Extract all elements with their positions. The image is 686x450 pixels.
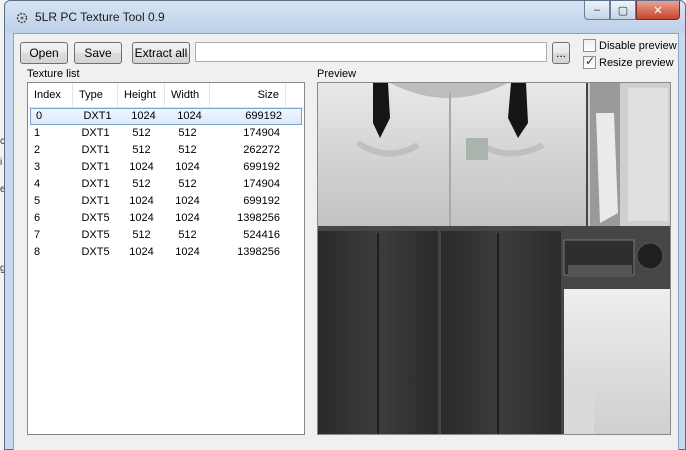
column-header-type[interactable]: Type [73, 83, 118, 108]
title-bar[interactable]: 5LR PC Texture Tool 0.9 – ▢ ✕ [5, 1, 685, 33]
cell-type: DXT1 [81, 178, 110, 190]
table-row[interactable]: 5 DXT1 1024 1024 699192 [28, 193, 304, 210]
cell-type: DXT1 [81, 161, 110, 173]
cell-index: 1 [34, 127, 41, 139]
cell-height: 1024 [129, 246, 154, 258]
texture-preview [317, 82, 671, 435]
cell-type: DXT1 [81, 195, 110, 207]
window-title: 5LR PC Texture Tool 0.9 [35, 10, 165, 24]
disable-preview-label: Disable preview [599, 39, 677, 52]
maximize-icon: ▢ [617, 4, 629, 17]
cell-size: 1398256 [237, 212, 280, 224]
resize-preview-checkbox[interactable] [583, 54, 596, 69]
table-row[interactable]: 8 DXT5 1024 1024 1398256 [28, 244, 304, 261]
cell-type: DXT1 [83, 110, 112, 122]
cell-type: DXT5 [81, 212, 110, 224]
open-button[interactable]: Open [20, 42, 68, 64]
cell-width: 1024 [175, 212, 200, 224]
main-window: 5LR PC Texture Tool 0.9 – ▢ ✕ Open Save … [4, 0, 686, 450]
cell-index: 7 [34, 229, 41, 241]
browse-button[interactable]: ... [552, 42, 570, 64]
cell-height: 1024 [129, 195, 154, 207]
cell-type: DXT1 [81, 127, 110, 139]
save-button[interactable]: Save [74, 42, 122, 64]
cell-index: 8 [34, 246, 41, 258]
cell-index: 3 [34, 161, 41, 173]
disable-preview-option[interactable]: Disable preview [583, 39, 677, 52]
cell-height: 512 [132, 229, 151, 241]
column-header-width[interactable]: Width [165, 83, 210, 108]
table-row[interactable]: 6 DXT5 1024 1024 1398256 [28, 210, 304, 227]
cell-height: 1024 [129, 212, 154, 224]
cell-type: DXT5 [81, 229, 110, 241]
extract-all-button[interactable]: Extract all [132, 42, 190, 64]
cell-size: 174904 [243, 178, 280, 190]
table-row[interactable]: 0 DXT1 1024 1024 699192 [30, 108, 302, 125]
cell-width: 1024 [175, 195, 200, 207]
cell-size: 699192 [243, 195, 280, 207]
texture-list[interactable]: Index Type Height Width Size 0 DXT1 1024 10… [27, 82, 305, 435]
caption-buttons: – ▢ ✕ [584, 1, 680, 21]
cell-width: 512 [178, 144, 197, 156]
column-header-index[interactable]: Index [28, 83, 73, 108]
cell-index: 5 [34, 195, 41, 207]
cell-height: 512 [132, 178, 151, 190]
cell-size: 524416 [243, 229, 280, 241]
cell-height: 1024 [131, 110, 156, 122]
cell-index: 2 [34, 144, 41, 156]
texture-list-body: 0 DXT1 1024 1024 699192 1 DXT1 512 512 174904 2 DXT… [28, 108, 304, 261]
cell-index: 4 [34, 178, 41, 190]
column-header-size[interactable]: Size [210, 83, 286, 108]
minimize-button[interactable]: – [584, 1, 610, 20]
column-header-height[interactable]: Height [118, 83, 165, 108]
cell-type: DXT1 [81, 144, 110, 156]
maximize-button[interactable]: ▢ [610, 1, 636, 20]
table-row[interactable]: 3 DXT1 1024 1024 699192 [28, 159, 304, 176]
disable-preview-checkbox[interactable] [583, 39, 596, 52]
resize-preview-option[interactable]: Resize preview [583, 54, 674, 69]
cell-size: 174904 [243, 127, 280, 139]
cell-size: 699192 [245, 110, 282, 122]
resize-preview-label: Resize preview [599, 56, 674, 69]
cell-height: 512 [132, 144, 151, 156]
path-input[interactable] [195, 42, 547, 62]
table-row[interactable]: 2 DXT1 512 512 262272 [28, 142, 304, 159]
background-text: i [0, 157, 3, 168]
client-area: Open Save Extract all ... Disable previe… [13, 33, 679, 450]
cell-width: 1024 [177, 110, 202, 122]
cell-size: 262272 [243, 144, 280, 156]
cell-height: 512 [132, 127, 151, 139]
app-gear-icon [16, 12, 28, 24]
cell-width: 1024 [175, 161, 200, 173]
table-row[interactable]: 4 DXT1 512 512 174904 [28, 176, 304, 193]
table-row[interactable]: 7 DXT5 512 512 524416 [28, 227, 304, 244]
cell-size: 1398256 [237, 246, 280, 258]
cell-height: 1024 [129, 161, 154, 173]
cell-width: 512 [178, 178, 197, 190]
close-button[interactable]: ✕ [636, 1, 680, 20]
cell-width: 512 [178, 229, 197, 241]
texture-list-label: Texture list [27, 68, 80, 80]
texture-list-header: Index Type Height Width Size [28, 83, 304, 108]
cell-index: 6 [34, 212, 41, 224]
texture-preview-image [318, 83, 670, 434]
cell-width: 1024 [175, 246, 200, 258]
cell-width: 512 [178, 127, 197, 139]
preview-label: Preview [317, 68, 357, 80]
close-icon: ✕ [653, 4, 663, 17]
table-row[interactable]: 1 DXT1 512 512 174904 [28, 125, 304, 142]
cell-size: 699192 [243, 161, 280, 173]
cell-index: 0 [36, 110, 43, 122]
cell-type: DXT5 [81, 246, 110, 258]
minimize-icon: – [593, 4, 601, 16]
